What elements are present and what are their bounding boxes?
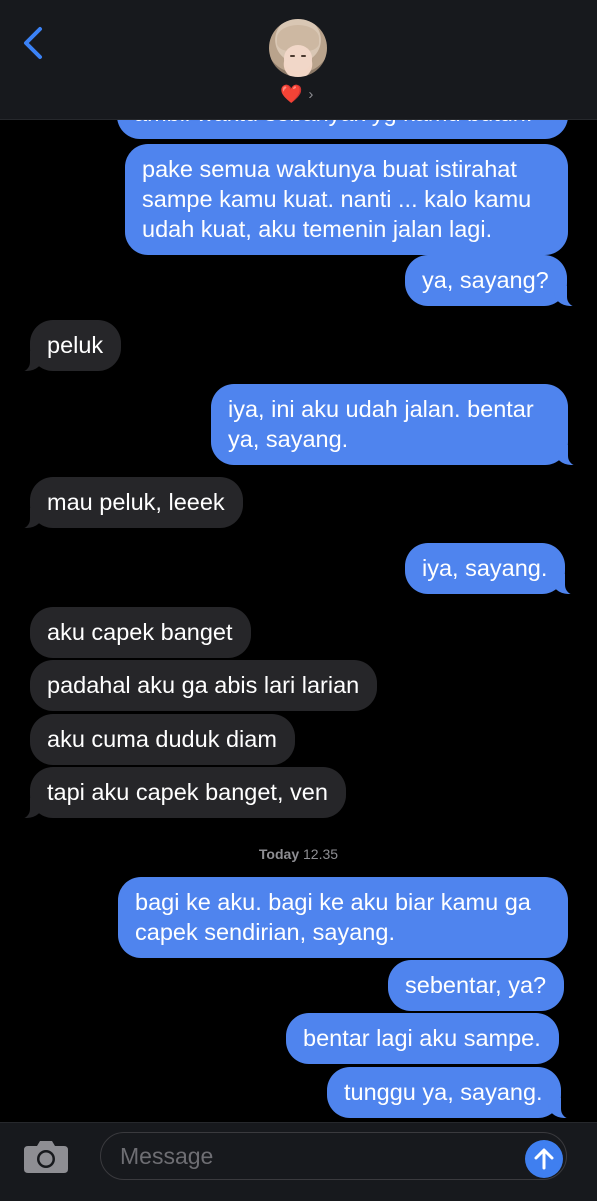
timestamp-day: Today xyxy=(258,846,300,862)
message-text: padahal aku ga abis lari larian xyxy=(47,672,360,698)
timestamp: Today 12.35 xyxy=(0,846,597,862)
message-text: bagi ke aku. bagi ke aku biar kamu ga ca… xyxy=(135,889,531,945)
message-text: tunggu ya, sayang. xyxy=(344,1079,543,1105)
message-text: mau peluk, leeek xyxy=(47,489,225,515)
camera-icon[interactable] xyxy=(22,1137,70,1175)
message-bubble-outgoing[interactable]: bagi ke aku. bagi ke aku biar kamu ga ca… xyxy=(118,877,568,958)
message-bubble-incoming[interactable]: tapi aku capek banget, ven xyxy=(20,767,346,819)
contact-name-button[interactable]: ❤️ › xyxy=(280,82,313,106)
contact-avatar[interactable] xyxy=(269,19,327,77)
message-composer xyxy=(0,1122,597,1201)
send-button[interactable] xyxy=(525,1140,563,1178)
timestamp-time: 12.35 xyxy=(303,846,339,862)
message-bubble-incoming[interactable]: padahal aku ga abis lari larian xyxy=(30,660,378,711)
message-text: iya, sayang. xyxy=(422,555,548,581)
chevron-left-icon[interactable] xyxy=(20,26,48,60)
message-bubble-outgoing[interactable]: iya, sayang. xyxy=(405,543,576,595)
arrow-up-icon xyxy=(534,1148,554,1170)
message-bubble-incoming[interactable]: aku cuma duduk diam xyxy=(30,714,295,765)
message-bubble-outgoing[interactable]: ya, sayang? xyxy=(405,255,577,307)
message-text: sebentar, ya? xyxy=(405,972,547,998)
message-bubble-incoming[interactable]: peluk xyxy=(19,320,122,372)
message-text: aku cuma duduk diam xyxy=(47,726,277,752)
conversation-header: ❤️ › xyxy=(0,0,597,120)
contact-name: ❤️ xyxy=(280,84,303,104)
message-bubble-outgoing[interactable]: iya, ini aku udah jalan. bentar ya, saya… xyxy=(211,384,578,466)
message-bubble-incoming[interactable]: aku capek banget xyxy=(30,607,251,658)
message-text: ya, sayang? xyxy=(422,267,549,293)
message-text: tapi aku capek banget, ven xyxy=(47,779,328,805)
message-thread[interactable]: ambil waktu sebanyak yg kamu butuh. pake… xyxy=(0,0,597,1122)
message-text: bentar lagi aku sampe. xyxy=(303,1025,541,1051)
chevron-right-icon: › xyxy=(308,85,314,103)
message-bubble-outgoing[interactable]: sebentar, ya? xyxy=(388,960,565,1011)
message-text: pake semua waktunya buat istirahat sampe… xyxy=(142,156,532,242)
message-bubble-outgoing[interactable]: bentar lagi aku sampe. xyxy=(286,1013,559,1064)
message-bubble-outgoing[interactable]: tunggu ya, sayang. xyxy=(327,1067,571,1119)
message-input[interactable] xyxy=(100,1132,567,1180)
message-bubble-outgoing[interactable]: pake semua waktunya buat istirahat sampe… xyxy=(125,144,568,255)
message-text: aku capek banget xyxy=(47,619,233,645)
message-text: iya, ini aku udah jalan. bentar ya, saya… xyxy=(228,396,534,452)
message-text: peluk xyxy=(47,332,104,358)
message-bubble-incoming[interactable]: mau peluk, leeek xyxy=(20,477,243,529)
